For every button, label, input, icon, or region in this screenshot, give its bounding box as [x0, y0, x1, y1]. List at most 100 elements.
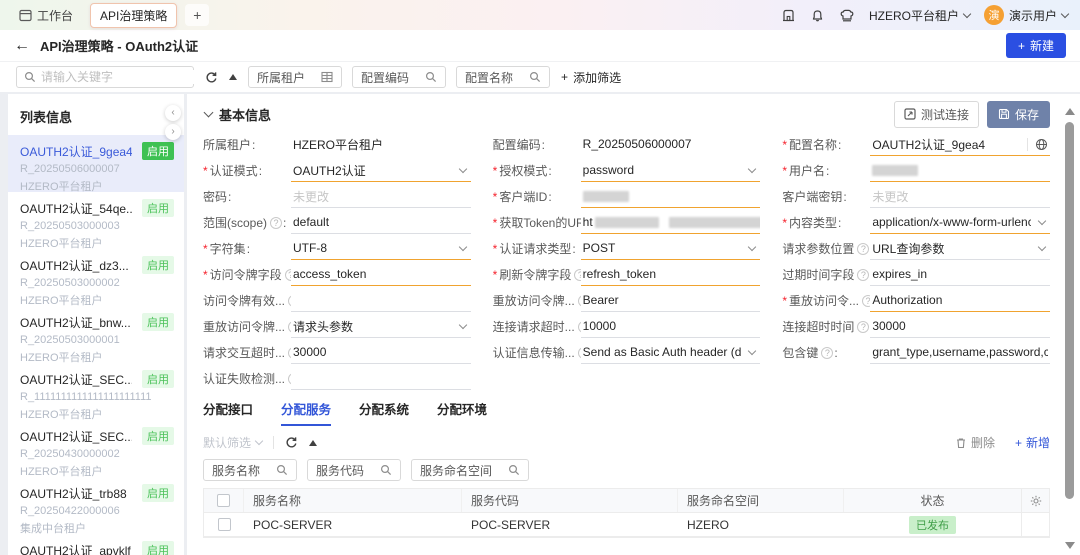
scroll-up-icon[interactable] [1065, 108, 1075, 115]
field-input[interactable]: R_20250506000007 [581, 133, 761, 156]
hat-icon[interactable] [839, 8, 855, 23]
field-input[interactable]: OAUTH2认证 [291, 159, 471, 182]
field-input[interactable]: Bearer [581, 289, 761, 312]
field-input[interactable]: default [291, 211, 471, 234]
back-arrow-icon[interactable]: ← [14, 38, 30, 54]
field-label-text: 重放访问令牌... [203, 318, 285, 335]
field-value: OAUTH2认证 [293, 162, 452, 179]
list-item[interactable]: OAUTH2认证_dz3... 启用 R_20250503000002 HZER… [8, 249, 184, 306]
table-settings-cell[interactable] [1021, 489, 1049, 512]
collapse-filter-icon[interactable] [309, 440, 317, 446]
field-input[interactable]: ht [581, 211, 761, 234]
filter-chip[interactable]: 配置编码 [352, 66, 446, 88]
field-input[interactable] [291, 289, 471, 312]
service-filter-chip[interactable]: 服务命名空间 [411, 459, 529, 481]
home-icon[interactable] [781, 8, 796, 23]
required-asterisk [782, 294, 787, 308]
form-field: 字符集 UTF-8 [203, 234, 471, 260]
field-input[interactable]: 10000 [581, 315, 761, 338]
list-item[interactable]: OAUTH2认证_trb88 启用 R_20250422000006 集成中台租… [8, 477, 184, 534]
field-input[interactable]: 请求头参数 [291, 315, 471, 338]
tab-分配服务[interactable]: 分配服务 [281, 399, 331, 426]
gear-icon[interactable] [1030, 495, 1042, 507]
filter-chip[interactable]: 所属租户 [248, 66, 342, 88]
form-field: 客户端ID [493, 182, 761, 208]
scrollbar-thumb[interactable] [1065, 122, 1074, 499]
field-input[interactable] [870, 159, 1050, 182]
field-input[interactable]: 未更改 [291, 185, 471, 208]
collapse-left-icon[interactable]: ‹ [165, 105, 181, 121]
tab-分配系统[interactable]: 分配系统 [359, 399, 409, 426]
default-filter-select[interactable]: 默认筛选 [203, 434, 262, 451]
collapse-filter-icon[interactable] [229, 74, 237, 80]
field-label-text: 授权模式 [499, 162, 547, 179]
field-input[interactable]: 30000 [291, 341, 471, 364]
save-button[interactable]: 保存 [987, 101, 1050, 128]
create-new-button[interactable]: + 新建 [1006, 33, 1066, 58]
field-input[interactable]: access_token [291, 263, 471, 286]
field-input[interactable]: URL查询参数 [870, 237, 1050, 260]
add-row-button[interactable]: + 新增 [1015, 434, 1050, 451]
list-item[interactable]: OAUTH2认证_SEC... 启用 R_20250430000002 HZER… [8, 420, 184, 477]
bell-icon[interactable] [810, 8, 825, 23]
row-checkbox[interactable] [218, 518, 231, 531]
keyword-search-box[interactable] [16, 66, 194, 88]
tab-api-governance[interactable]: API治理策略 [90, 3, 177, 28]
tab-分配环境[interactable]: 分配环境 [437, 399, 487, 426]
chevron-down-icon [1038, 216, 1046, 224]
field-input[interactable]: POST [581, 237, 761, 260]
field-input[interactable]: refresh_token [581, 263, 761, 286]
refresh-icon[interactable] [205, 71, 218, 84]
list-panel-title: 列表信息 [8, 94, 184, 135]
field-input[interactable]: Authorization [870, 289, 1050, 312]
field-input[interactable]: UTF-8 [291, 237, 471, 260]
list-item[interactable]: OAUTH2认证_54qe... 启用 R_20250503000003 HZE… [8, 192, 184, 249]
chevron-down-icon [963, 9, 971, 17]
config-code: R_20250503000001 [20, 334, 174, 346]
user-menu[interactable]: 演 演示用户 [984, 5, 1068, 25]
vertical-scrollbar[interactable] [1064, 106, 1075, 551]
field-input[interactable]: HZERO平台租户 [291, 133, 471, 156]
service-filter-chip[interactable]: 服务名称 [203, 459, 297, 481]
tab-workbench-label: 工作台 [37, 7, 73, 24]
globe-icon[interactable] [1027, 138, 1048, 151]
row-gear-cell [1021, 513, 1049, 536]
delete-label: 删除 [971, 434, 995, 451]
list-item[interactable]: OAUTH2认证_bnw... 启用 R_20250503000001 HZER… [8, 306, 184, 363]
field-input[interactable]: application/x-www-form-urlencoded [870, 211, 1050, 234]
select-all-checkbox[interactable] [217, 494, 230, 507]
list-item[interactable]: OAUTH2认证_SEC... 启用 R_1111111111111111111… [8, 363, 184, 420]
section-collapse-icon[interactable] [204, 108, 214, 118]
field-input[interactable] [581, 185, 761, 208]
field-label: 客户端密钥 [782, 188, 870, 208]
field-input[interactable]: expires_in [870, 263, 1050, 286]
expand-right-icon[interactable]: › [165, 124, 181, 140]
field-input[interactable]: 未更改 [870, 185, 1050, 208]
add-filter-button[interactable]: + 添加筛选 [561, 69, 621, 86]
search-input[interactable] [41, 70, 196, 84]
add-tab-button[interactable]: + [185, 4, 209, 26]
field-label-text: 获取Token的URL [499, 214, 580, 231]
plus-icon: + [1018, 39, 1025, 53]
refresh-icon[interactable] [285, 436, 298, 449]
field-input[interactable]: grant_type,username,password,client_id,c… [870, 341, 1050, 364]
tab-分配接口[interactable]: 分配接口 [203, 399, 253, 426]
list-item[interactable]: OAUTH2认证_apvklf 启用 [8, 534, 184, 555]
filter-chip[interactable]: 配置名称 [456, 66, 550, 88]
service-filter-chip[interactable]: 服务代码 [307, 459, 401, 481]
field-input[interactable]: OAUTH2认证_9gea4 [870, 133, 1050, 156]
config-name: OAUTH2认证_bnw... [20, 314, 131, 331]
scroll-down-icon[interactable] [1065, 542, 1075, 549]
table-row[interactable]: POC-SERVERPOC-SERVERHZERO已发布 [204, 513, 1049, 537]
delete-button[interactable]: 删除 [955, 434, 995, 451]
tenant-switcher[interactable]: HZERO平台租户 [869, 7, 970, 24]
tab-workbench[interactable]: 工作台 [10, 4, 82, 27]
field-input[interactable]: password [581, 159, 761, 182]
list-item[interactable]: OAUTH2认证_9gea4 启用 R_20250506000007 HZERO… [8, 135, 184, 192]
field-input[interactable] [291, 367, 471, 390]
page-header: ← API治理策略 - OAuth2认证 + 新建 [0, 30, 1080, 62]
field-input[interactable]: Send as Basic Auth header (default) [581, 341, 761, 364]
field-input[interactable]: 30000 [870, 315, 1050, 338]
test-connection-button[interactable]: 测试连接 [894, 101, 979, 128]
form-field: 访问令牌字段 access_token [203, 260, 471, 286]
